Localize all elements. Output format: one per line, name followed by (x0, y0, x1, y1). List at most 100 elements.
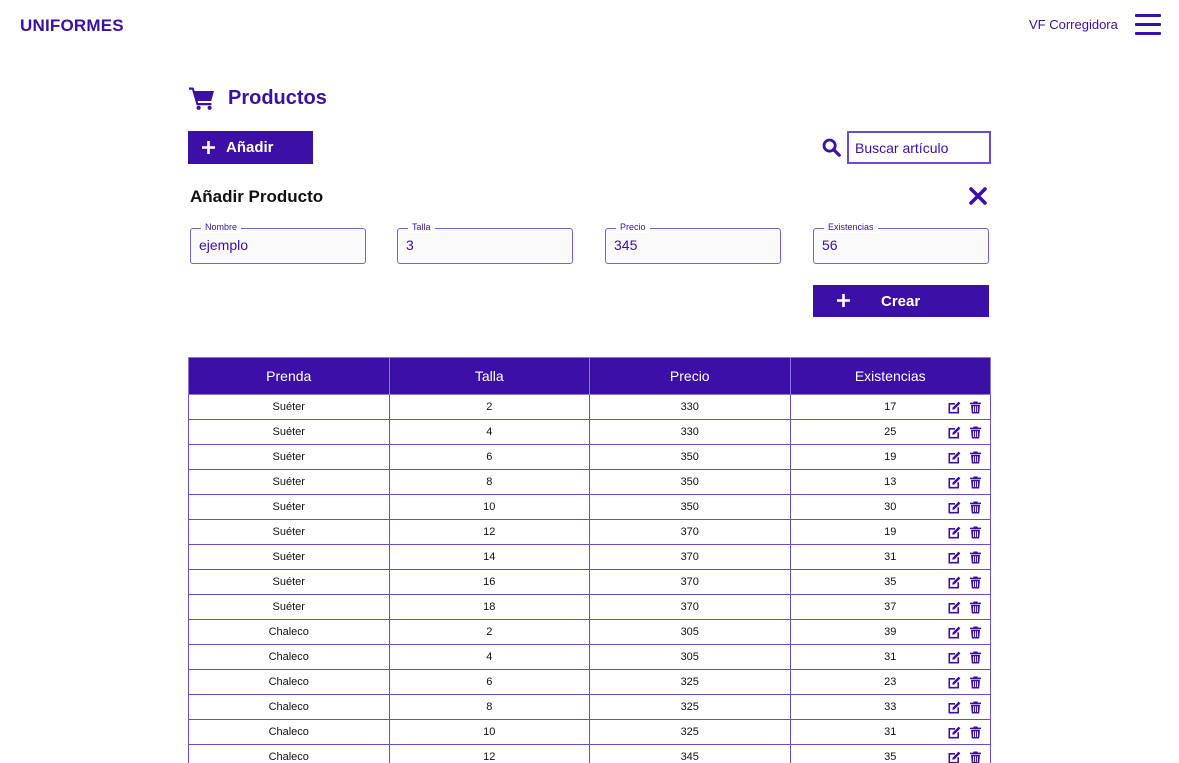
row-actions (948, 451, 982, 464)
cell-precio: 345 (589, 744, 791, 763)
existencias-value: 39 (884, 626, 897, 638)
search-icon[interactable] (822, 138, 841, 157)
brand-logo[interactable]: UNIFORMES (20, 16, 124, 36)
table-row: Suéter 12 370 19 (188, 519, 991, 545)
cell-precio: 325 (589, 669, 791, 695)
existencias-value: 31 (884, 726, 897, 738)
table-row: Suéter 14 370 31 (188, 544, 991, 570)
table-body: Suéter 2 330 17 Suéter 4 330 25 Suéter 6 350 19 Suét… (188, 394, 991, 763)
cell-existencias: 13 (789, 469, 991, 495)
row-actions (948, 626, 982, 639)
trash-icon[interactable] (969, 701, 982, 714)
trash-icon[interactable] (969, 501, 982, 514)
trash-icon[interactable] (969, 426, 982, 439)
precio-label: Precio (616, 222, 650, 233)
edit-icon[interactable] (948, 676, 961, 689)
cell-precio: 370 (589, 519, 791, 545)
existencias-value: 31 (884, 651, 897, 663)
column-header-precio: Precio (589, 357, 791, 395)
cell-existencias: 31 (789, 719, 991, 745)
existencias-value: 19 (884, 451, 897, 463)
edit-icon[interactable] (948, 651, 961, 664)
edit-icon[interactable] (948, 426, 961, 439)
existencias-input[interactable] (822, 237, 982, 253)
trash-icon[interactable] (969, 451, 982, 464)
existencias-value: 25 (884, 426, 897, 438)
cell-talla: 2 (388, 619, 590, 645)
page-title: Productos (228, 86, 327, 109)
edit-icon[interactable] (948, 526, 961, 539)
create-button[interactable]: Crear (813, 285, 989, 317)
cell-talla: 8 (388, 469, 590, 495)
cell-precio: 330 (589, 419, 791, 445)
user-name: VF Corregidora (1029, 17, 1118, 32)
row-actions (948, 551, 982, 564)
cell-prenda: Chaleco (188, 669, 390, 695)
existencias-value: 23 (884, 676, 897, 688)
cell-existencias: 37 (789, 594, 991, 620)
cell-precio: 350 (589, 444, 791, 470)
trash-icon[interactable] (969, 401, 982, 414)
cell-existencias: 19 (789, 519, 991, 545)
trash-icon[interactable] (969, 526, 982, 539)
edit-icon[interactable] (948, 701, 961, 714)
edit-icon[interactable] (948, 476, 961, 489)
nombre-input[interactable] (199, 237, 359, 253)
trash-icon[interactable] (969, 626, 982, 639)
row-actions (948, 601, 982, 614)
close-icon[interactable] (969, 187, 987, 205)
edit-icon[interactable] (948, 551, 961, 564)
trash-icon[interactable] (969, 751, 982, 763)
existencias-value: 37 (884, 601, 897, 613)
trash-icon[interactable] (969, 651, 982, 664)
cell-talla: 12 (388, 744, 590, 763)
cell-talla: 14 (388, 544, 590, 570)
cell-talla: 4 (388, 419, 590, 445)
row-actions (948, 426, 982, 439)
add-button[interactable]: Añadir (188, 131, 313, 164)
edit-icon[interactable] (948, 501, 961, 514)
table-row: Suéter 16 370 35 (188, 569, 991, 595)
trash-icon[interactable] (969, 576, 982, 589)
cell-prenda: Suéter (188, 394, 390, 420)
cell-existencias: 17 (789, 394, 991, 420)
cell-precio: 325 (589, 719, 791, 745)
add-button-label: Añadir (226, 139, 274, 156)
edit-icon[interactable] (948, 451, 961, 464)
trash-icon[interactable] (969, 551, 982, 564)
existencias-field: Existencias (813, 222, 989, 264)
column-header-talla: Talla (388, 357, 590, 395)
cell-talla: 18 (388, 594, 590, 620)
edit-icon[interactable] (948, 576, 961, 589)
cell-prenda: Suéter (188, 469, 390, 495)
cell-precio: 305 (589, 644, 791, 670)
existencias-value: 33 (884, 701, 897, 713)
trash-icon[interactable] (969, 476, 982, 489)
search-input[interactable] (847, 131, 991, 164)
cell-existencias: 35 (789, 569, 991, 595)
cell-talla: 10 (388, 494, 590, 520)
table-row: Chaleco 4 305 31 (188, 644, 991, 670)
edit-icon[interactable] (948, 726, 961, 739)
edit-icon[interactable] (948, 751, 961, 763)
nombre-label: Nombre (201, 222, 242, 233)
cell-existencias: 33 (789, 694, 991, 720)
shopping-cart-icon (189, 87, 214, 110)
trash-icon[interactable] (969, 726, 982, 739)
hamburger-menu-icon[interactable] (1135, 14, 1161, 36)
cell-precio: 330 (589, 394, 791, 420)
precio-input[interactable] (614, 237, 774, 253)
trash-icon[interactable] (969, 601, 982, 614)
row-actions (948, 501, 982, 514)
table-row: Suéter 6 350 19 (188, 444, 991, 470)
existencias-value: 19 (884, 526, 897, 538)
trash-icon[interactable] (969, 676, 982, 689)
existencias-label: Existencias (824, 222, 878, 233)
talla-input[interactable] (406, 237, 566, 253)
existencias-value: 30 (884, 501, 897, 513)
cell-existencias: 35 (789, 744, 991, 763)
edit-icon[interactable] (948, 401, 961, 414)
edit-icon[interactable] (948, 626, 961, 639)
edit-icon[interactable] (948, 601, 961, 614)
talla-label: Talla (408, 222, 435, 233)
